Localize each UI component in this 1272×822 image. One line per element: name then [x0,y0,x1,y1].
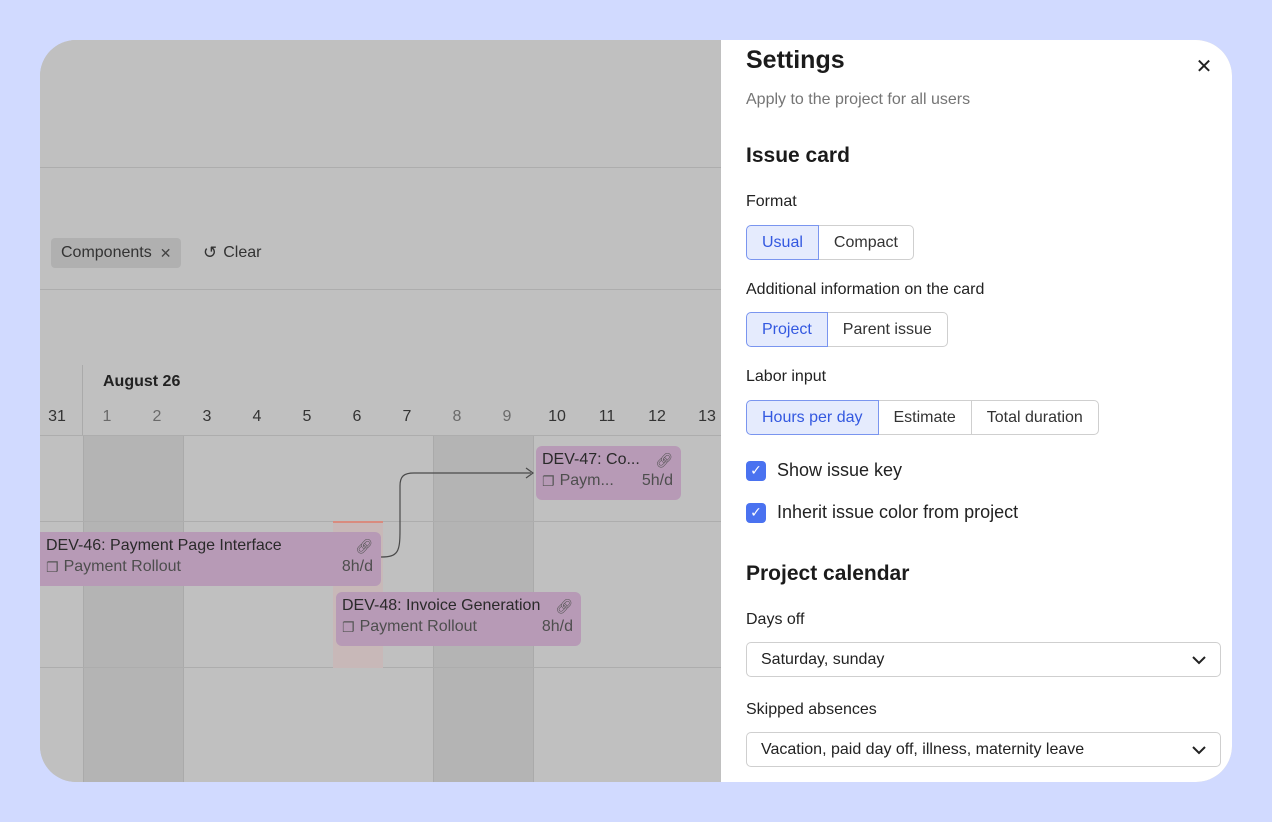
app-frame: Components ✕ ↺ Clear August 26 31 1 2 3 … [40,40,1232,782]
close-icon[interactable]: ✕ [1191,54,1217,80]
skipped-absences-label: Skipped absences [746,701,877,718]
format-label: Format [746,193,797,210]
issue-card-dev-46[interactable]: DEV-46: Payment Page Interface 🔗︎ ❐ Payme… [40,532,381,586]
issue-title: DEV-48: Invoice Generation [342,597,541,614]
day-label: 7 [402,408,412,425]
skipped-absences-value: Vacation, paid day off, illness, materni… [761,740,1085,758]
settings-panel: Settings ✕ Apply to the project for all … [721,40,1232,782]
format-option-compact[interactable]: Compact [817,225,914,260]
show-issue-key-label: Show issue key [777,460,903,480]
day-label: 2 [152,408,162,425]
issue-project: Payment Rollout [63,558,181,575]
day-label: 9 [502,408,512,425]
section-issue-card: Issue card [746,144,850,167]
day-label: 5 [302,408,312,425]
reset-icon: ↺ [203,243,218,262]
day-label: 3 [202,408,212,425]
link-icon[interactable]: 🔗︎ [655,452,673,469]
remove-filter-icon[interactable]: ✕ [160,245,172,262]
inherit-color-checkbox-row[interactable]: ✓ Inherit issue color from project [746,502,1018,523]
filter-chip-label: Components [61,244,152,261]
day-label: 11 [598,408,616,425]
section-project-calendar: Project calendar [746,562,910,585]
additional-option-parent-issue[interactable]: Parent issue [826,312,948,347]
days-off-label: Days off [746,611,805,628]
clear-filters-button[interactable]: ↺ Clear [203,238,261,268]
day-label: 10 [548,408,566,425]
day-label: 4 [252,408,262,425]
filter-chip-components[interactable]: Components ✕ [51,238,182,268]
additional-info-label: Additional information on the card [746,281,985,298]
labor-option-total-duration[interactable]: Total duration [970,400,1099,435]
issue-card-dev-47[interactable]: DEV-47: Co... 🔗︎ ❐ Paym... 5h/d [536,446,681,500]
day-label: 31 [48,408,66,425]
days-off-select[interactable]: Saturday, sunday [746,642,1221,677]
issue-project: Payment Rollout [359,618,477,635]
issue-title: DEV-46: Payment Page Interface [46,537,282,554]
day-label: 1 [102,408,112,425]
divider [40,289,721,290]
weekend-column [83,436,183,782]
timeline-view: Components ✕ ↺ Clear August 26 31 1 2 3 … [40,40,721,782]
issue-title: DEV-47: Co... [542,451,640,468]
issue-project: Paym... [559,472,614,489]
labor-input-segmented-control: Hours per day Estimate Total duration [746,400,1099,435]
labor-option-hours-per-day[interactable]: Hours per day [746,400,879,435]
checkbox-checked-icon[interactable]: ✓ [746,502,766,523]
issue-labor: 5h/d [641,472,673,489]
issue-card-dev-48[interactable]: DEV-48: Invoice Generation 🔗︎ ❐ Payment R… [336,592,581,646]
inherit-color-label: Inherit issue color from project [777,502,1019,522]
link-icon[interactable]: 🔗︎ [555,598,573,615]
month-divider [82,365,83,436]
panel-title: Settings [746,46,845,74]
link-icon[interactable]: 🔗︎ [355,538,373,555]
show-issue-key-checkbox-row[interactable]: ✓ Show issue key [746,460,902,481]
chevron-down-icon [1192,652,1206,668]
project-icon: ❐ [342,618,355,635]
week-divider [83,436,84,782]
additional-option-project[interactable]: Project [746,312,828,347]
day-label: 8 [452,408,462,425]
divider [40,167,721,168]
panel-subtitle: Apply to the project for all users [746,91,971,108]
day-label: 6 [352,408,362,425]
chevron-down-icon [1192,742,1206,758]
day-label: 12 [648,408,666,425]
clear-label: Clear [223,244,262,261]
labor-option-estimate[interactable]: Estimate [877,400,972,435]
project-icon: ❐ [542,472,555,489]
project-icon: ❐ [46,558,59,575]
skipped-absences-select[interactable]: Vacation, paid day off, illness, materni… [746,732,1221,767]
labor-input-label: Labor input [746,368,827,385]
month-label: August 26 [103,373,181,390]
issue-labor: 8h/d [341,558,373,575]
week-divider [183,436,184,782]
format-segmented-control: Usual Compact [746,225,914,260]
issue-labor: 8h/d [541,618,573,635]
checkbox-checked-icon[interactable]: ✓ [746,460,766,481]
days-off-value: Saturday, sunday [761,650,885,668]
additional-info-segmented-control: Project Parent issue [746,312,948,347]
format-option-usual[interactable]: Usual [746,225,819,260]
